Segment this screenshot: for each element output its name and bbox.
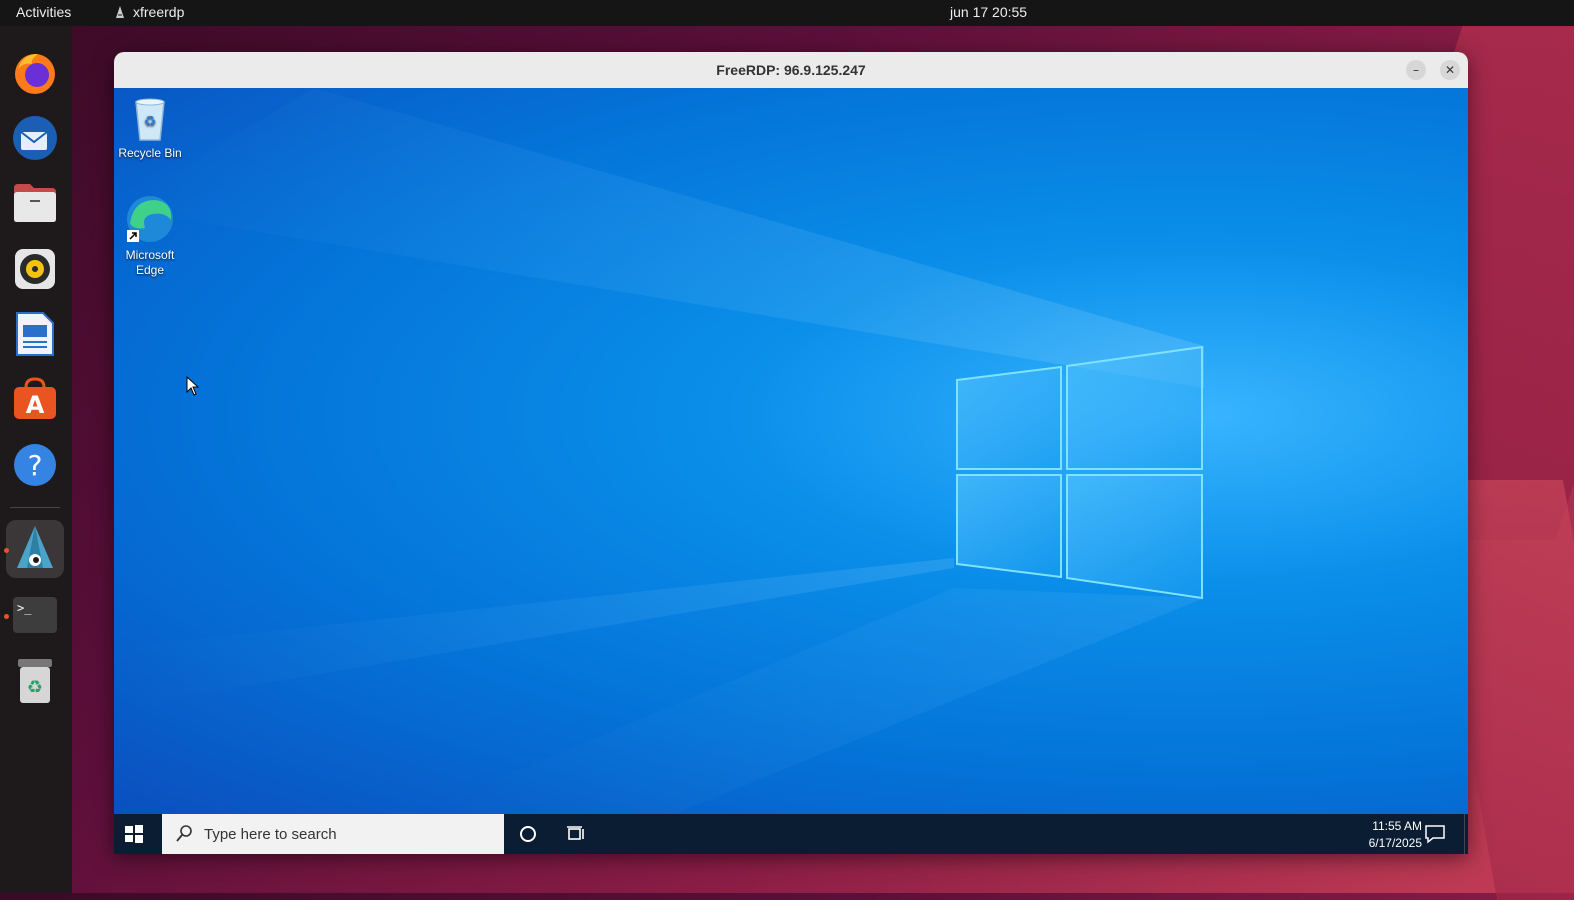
files-icon xyxy=(14,184,56,222)
activities-button[interactable]: Activities xyxy=(16,4,71,20)
window-titlebar[interactable]: FreeRDP: 96.9.125.247 – ✕ xyxy=(114,52,1468,89)
windows-logo-wallpaper xyxy=(114,88,1204,814)
terminal-icon: >_ xyxy=(13,597,57,633)
help-icon: ? xyxy=(14,444,56,486)
desktop-icon-microsoft-edge[interactable]: Microsoft Edge xyxy=(114,194,190,278)
dock-item-firefox[interactable] xyxy=(6,44,64,102)
trash-icon: ♻ xyxy=(18,659,52,703)
search-icon xyxy=(176,825,192,842)
start-button[interactable] xyxy=(124,824,144,844)
libreoffice-writer-icon xyxy=(16,312,54,356)
minimize-button[interactable]: – xyxy=(1406,60,1426,80)
mouse-cursor-icon xyxy=(186,376,200,396)
top-bar: Activities xfreerdp jun 17 20:55 xyxy=(0,0,1574,26)
app-menu[interactable]: xfreerdp xyxy=(113,4,184,20)
rhythmbox-icon xyxy=(15,249,55,289)
dock-separator xyxy=(10,507,60,508)
clock[interactable]: jun 17 20:55 xyxy=(950,4,1027,20)
xfreerdp-app-icon xyxy=(116,6,124,18)
svg-text:?: ? xyxy=(28,449,43,482)
svg-text:♻: ♻ xyxy=(144,114,157,130)
taskbar-time: 11:55 AM xyxy=(1372,819,1422,833)
windows-desktop[interactable]: ♻ Recycle Bin Microsoft Edge xyxy=(114,88,1468,814)
task-view-button[interactable] xyxy=(566,824,586,844)
close-button[interactable]: ✕ xyxy=(1440,60,1460,80)
freerdp-window[interactable]: FreeRDP: 96.9.125.247 – ✕ ♻ Recycle Bin … xyxy=(114,52,1468,854)
desktop-icon-recycle-bin[interactable]: ♻ Recycle Bin xyxy=(114,96,190,161)
dock-item-help[interactable]: ? xyxy=(6,436,64,494)
taskbar-date: 6/17/2025 xyxy=(1368,836,1422,850)
dock: A ? >_ ♻ xyxy=(0,26,72,893)
desktop-icon-label: Microsoft Edge xyxy=(125,248,175,277)
recycle-bin-icon: ♻ xyxy=(135,98,165,141)
dock-item-remmina[interactable] xyxy=(4,520,64,578)
dock-item-terminal[interactable]: >_ xyxy=(4,586,64,644)
dock-item-files[interactable] xyxy=(6,174,64,232)
cortana-button[interactable] xyxy=(518,824,538,844)
taskbar-search-box[interactable]: Type here to search xyxy=(162,814,504,854)
firefox-icon xyxy=(15,54,55,94)
dock-item-rhythmbox[interactable] xyxy=(6,240,64,298)
app-name: xfreerdp xyxy=(133,4,185,20)
svg-text:>_: >_ xyxy=(17,601,32,615)
svg-text:♻: ♻ xyxy=(27,677,43,698)
edge-icon xyxy=(127,196,173,242)
svg-text:A: A xyxy=(26,391,45,419)
action-center-icon[interactable] xyxy=(1424,824,1446,844)
dock-item-trash[interactable]: ♻ xyxy=(6,652,64,710)
dock-item-app-center[interactable]: A xyxy=(6,370,64,428)
running-indicator xyxy=(4,548,9,553)
show-desktop-button[interactable] xyxy=(1464,814,1468,854)
dock-item-writer[interactable] xyxy=(6,305,64,363)
window-title: FreeRDP: 96.9.125.247 xyxy=(716,62,866,78)
running-indicator xyxy=(4,614,9,619)
windows-taskbar: Type here to search 11:55 AM 6/17/2025 xyxy=(114,814,1468,854)
app-center-icon: A xyxy=(14,377,56,419)
search-placeholder: Type here to search xyxy=(204,825,337,843)
dock-item-thunderbird[interactable] xyxy=(6,109,64,167)
remmina-icon xyxy=(17,526,53,568)
thunderbird-icon xyxy=(13,116,57,160)
desktop-icon-label: Recycle Bin xyxy=(118,146,182,160)
taskbar-clock[interactable]: 11:55 AM 6/17/2025 xyxy=(1342,818,1422,852)
